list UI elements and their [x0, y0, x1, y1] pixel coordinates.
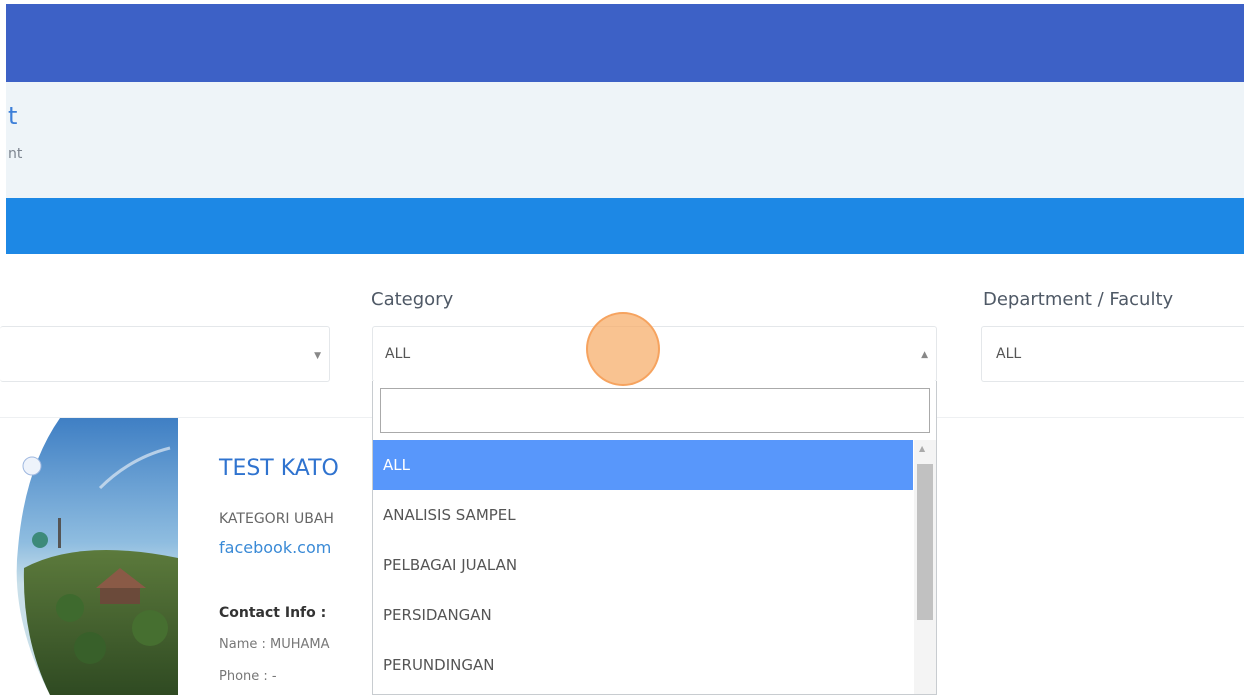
caret-up-icon: ▲	[921, 350, 928, 360]
department-select[interactable]: ALL	[981, 326, 1244, 382]
page-title: t	[8, 102, 18, 130]
page-subtitle: nt	[8, 146, 23, 162]
department-select-value: ALL	[996, 346, 1022, 362]
dropdown-search-input[interactable]	[380, 388, 930, 433]
top-app-bar	[6, 4, 1244, 82]
contact-phone: Phone : -	[219, 669, 277, 684]
contact-info-label: Contact Info :	[219, 605, 327, 621]
caret-down-icon: ▼	[314, 351, 321, 361]
dropdown-option-persidangan[interactable]: PERSIDANGAN	[373, 590, 913, 640]
contact-name: Name : MUHAMA	[219, 637, 330, 652]
card-category: KATEGORI UBAH	[219, 511, 334, 527]
category-label: Category	[371, 289, 454, 310]
card-image[interactable]	[0, 418, 178, 695]
dropdown-option-pelbagai-jualan[interactable]: PELBAGAI JUALAN	[373, 540, 913, 590]
dropdown-scrollbar[interactable]: ▲	[914, 440, 936, 694]
scrollbar-thumb[interactable]	[917, 464, 933, 620]
dropdown-option-perundingan[interactable]: PERUNDINGAN	[373, 640, 913, 690]
dropdown-option-analisis-sampel[interactable]: ANALISIS SAMPEL	[373, 490, 913, 540]
nav-bar	[6, 198, 1244, 254]
scroll-up-icon[interactable]: ▲	[919, 444, 925, 453]
card-link[interactable]: facebook.com	[219, 538, 331, 557]
first-filter-select[interactable]: ▼	[0, 326, 330, 382]
category-dropdown: ALL ANALISIS SAMPEL PELBAGAI JUALAN PERS…	[372, 381, 937, 695]
department-label: Department / Faculty	[983, 289, 1174, 310]
card-title[interactable]: TEST KATO	[219, 456, 339, 481]
dropdown-option-all[interactable]: ALL	[373, 440, 913, 490]
click-indicator	[586, 312, 660, 386]
category-select-value: ALL	[385, 346, 411, 362]
dropdown-options: ALL ANALISIS SAMPEL PELBAGAI JUALAN PERS…	[373, 440, 913, 690]
page-header	[6, 82, 1244, 198]
